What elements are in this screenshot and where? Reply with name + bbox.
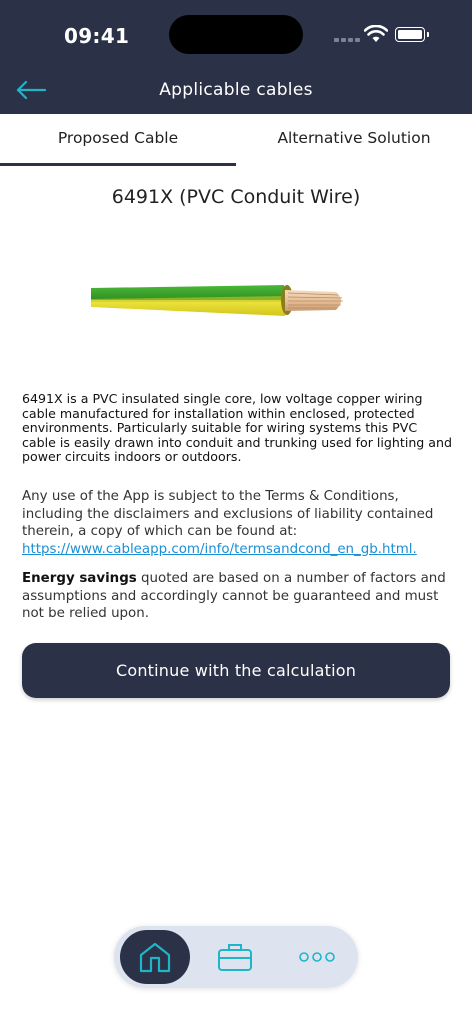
wifi-icon xyxy=(364,25,388,42)
tab-proposed-cable[interactable]: Proposed Cable xyxy=(0,114,236,166)
nav-more-button[interactable] xyxy=(282,930,352,984)
app-header: 09:41 Applicable cables xyxy=(0,0,472,114)
terms-text: Any use of the App is subject to the Ter… xyxy=(22,489,434,539)
cable-description: 6491X is a PVC insulated single core, lo… xyxy=(22,391,452,464)
cable-name: 6491X (PVC Conduit Wire) xyxy=(111,186,361,208)
energy-savings-label: Energy savings xyxy=(22,571,137,586)
briefcase-icon xyxy=(218,944,252,971)
tab-bar: Proposed Cable Alternative Solution xyxy=(0,114,472,166)
nav-home-button[interactable] xyxy=(120,930,190,984)
energy-savings-disclaimer: Energy savings quoted are based on a num… xyxy=(22,570,454,623)
cable-image xyxy=(91,285,343,316)
dynamic-island xyxy=(169,15,303,54)
terms-notice: Any use of the App is subject to the Ter… xyxy=(22,488,454,558)
battery-icon xyxy=(395,27,429,42)
bottom-nav xyxy=(114,926,358,988)
home-icon xyxy=(139,942,171,973)
more-dots-icon xyxy=(299,952,335,962)
cellular-signal-icon xyxy=(334,38,360,42)
continue-calculation-button[interactable]: Continue with the calculation xyxy=(22,643,450,698)
tab-alternative-solution[interactable]: Alternative Solution xyxy=(236,114,472,166)
status-time: 09:41 xyxy=(64,24,130,48)
page-title: Applicable cables xyxy=(159,80,313,100)
nav-jobs-button[interactable] xyxy=(200,930,270,984)
terms-link[interactable]: https://www.cableapp.com/info/termsandco… xyxy=(22,542,417,557)
